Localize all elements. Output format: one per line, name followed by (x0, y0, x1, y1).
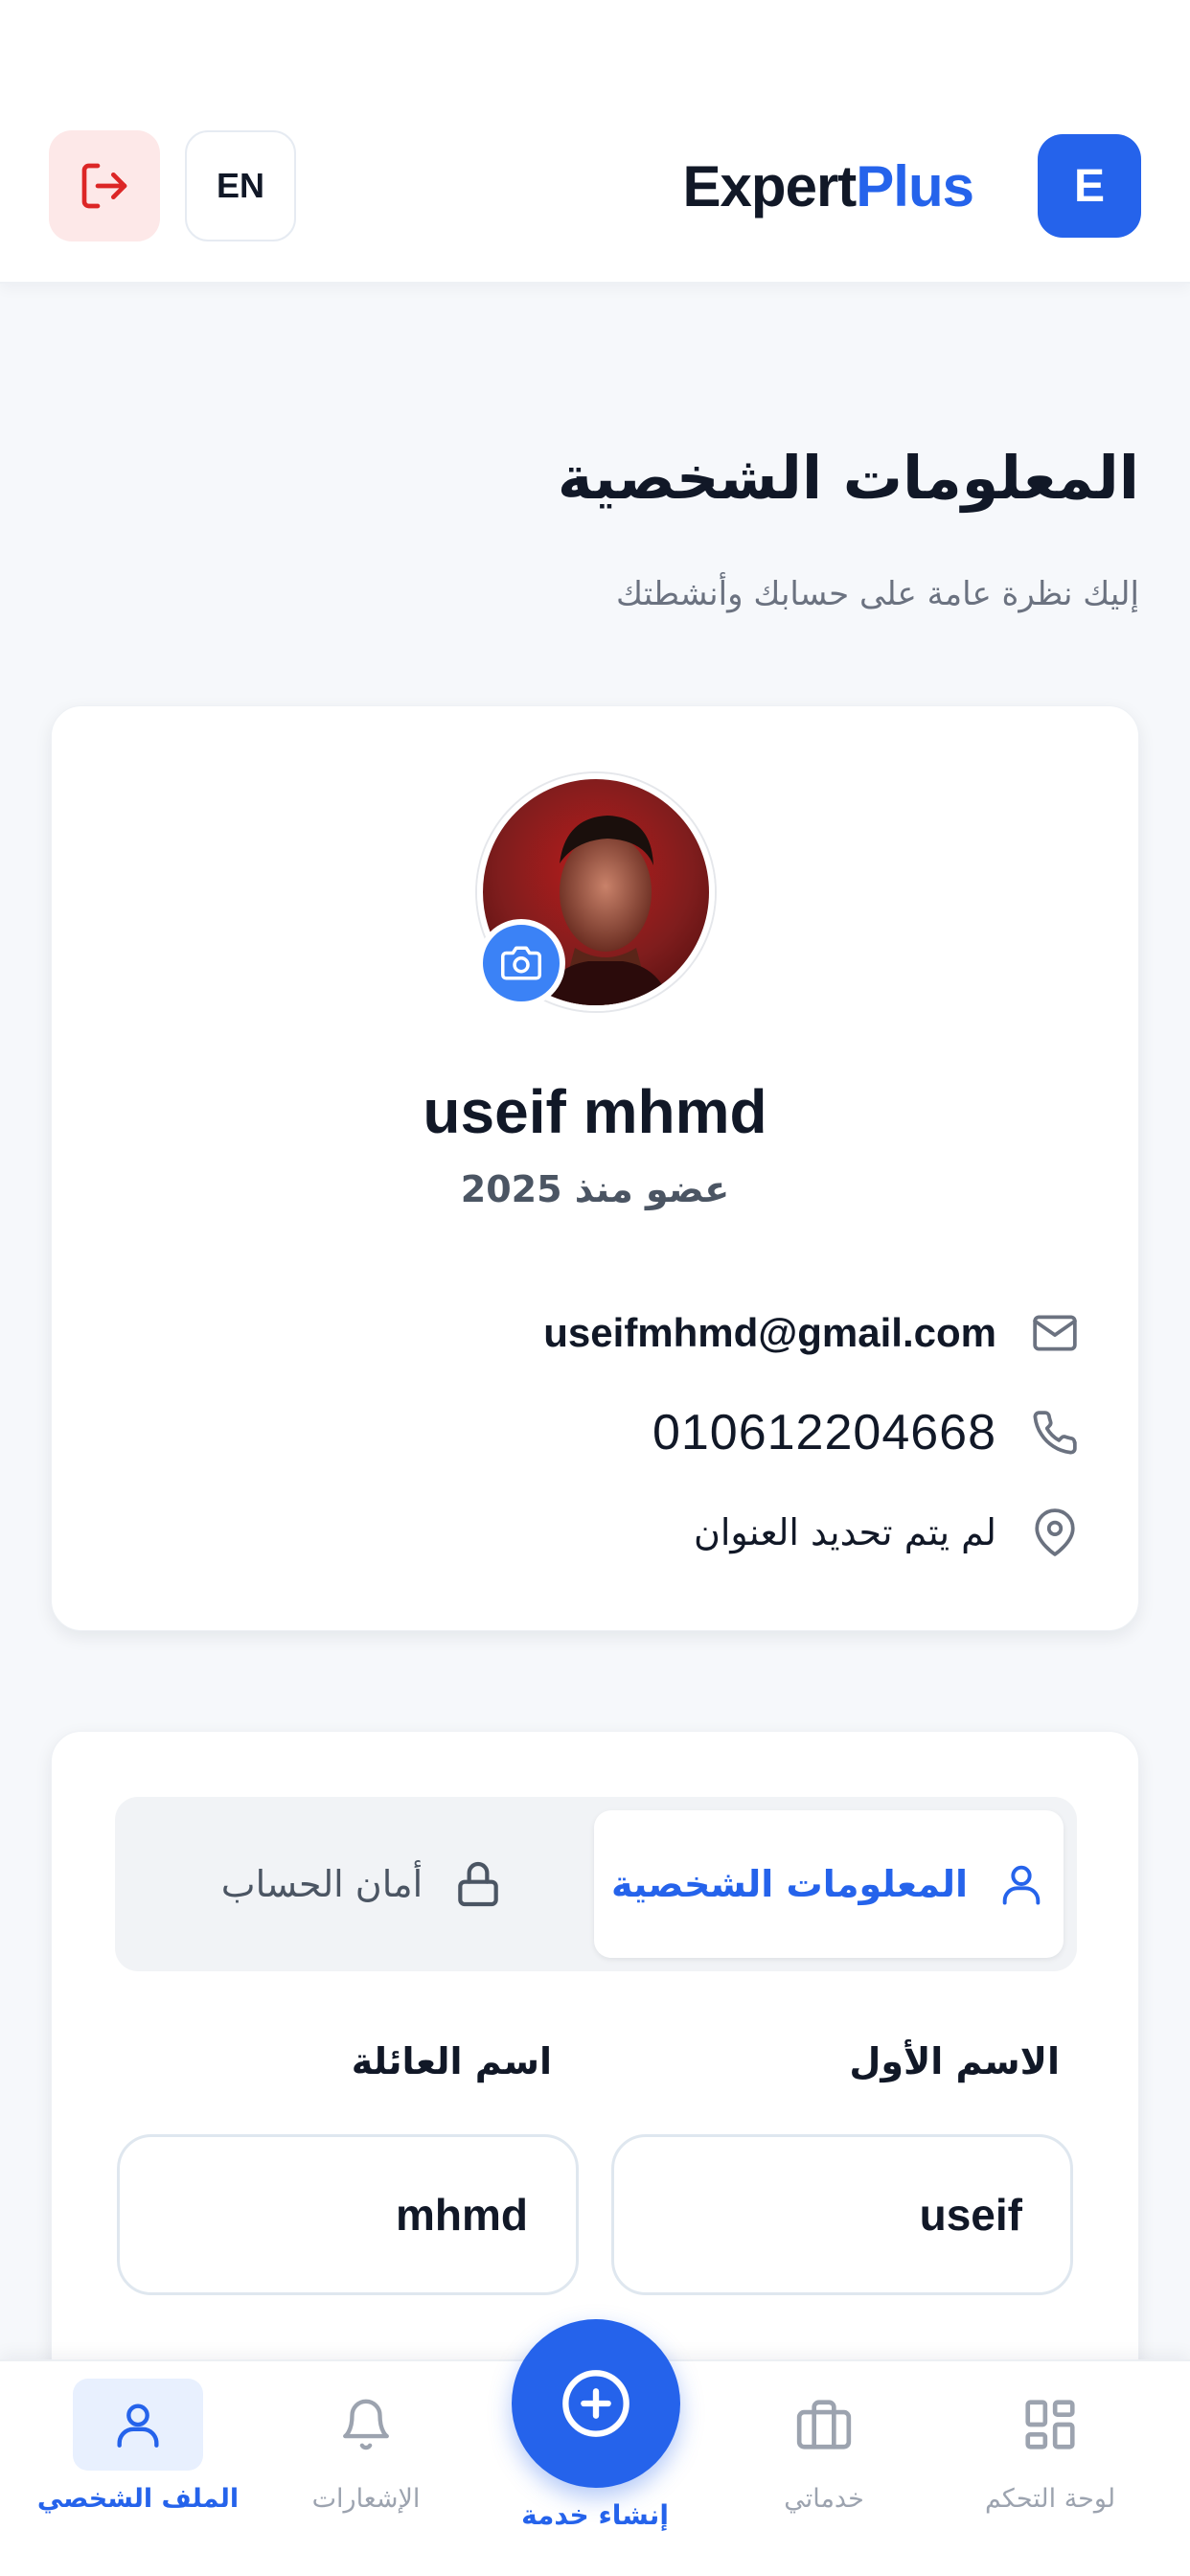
nav-item-my-services[interactable]: خدماتي (728, 2379, 920, 2561)
nav-profile-label: الملف الشخصي (36, 2484, 240, 2514)
profile-card: useif mhmd عضو منذ 2025 useifmhmd@gmail.… (51, 705, 1139, 1631)
first-name-field[interactable]: useif (611, 2134, 1073, 2295)
create-service-label: إنشاء خدمة (521, 2499, 669, 2531)
bell-icon (343, 2399, 389, 2450)
nav-profile-icon-wrap (73, 2379, 203, 2471)
brand-logo-text: ExpertPlus (682, 153, 974, 220)
page-title: المعلومات الشخصية (557, 443, 1139, 513)
member-since: عضو منذ 2025 (460, 1168, 730, 1210)
brand-badge: E (1038, 134, 1141, 238)
nav-notifications-icon-wrap (301, 2379, 431, 2471)
email-row: useifmhmd@gmail.com (543, 1295, 1081, 1371)
nav-services-icon-wrap (759, 2379, 889, 2471)
user-icon (1002, 1865, 1041, 1905)
language-toggle-button[interactable]: EN (185, 130, 296, 242)
tab-account-security[interactable]: أمان الحساب (128, 1810, 598, 1958)
nav-item-notifications[interactable]: الإشعارات (270, 2379, 462, 2561)
email-value: useifmhmd@gmail.com (543, 1310, 996, 1355)
user-icon (117, 2404, 159, 2448)
phone-icon (1029, 1407, 1081, 1459)
nav-dashboard-label: لوحة التحكم (984, 2484, 1116, 2514)
create-service-button[interactable] (512, 2319, 680, 2488)
logout-icon (81, 163, 127, 209)
camera-icon (501, 946, 541, 980)
nav-notifications-label: الإشعارات (311, 2484, 421, 2514)
change-photo-button[interactable] (477, 919, 565, 1007)
plus-circle-icon (562, 2370, 629, 2437)
tab-personal-info[interactable]: المعلومات الشخصية (594, 1810, 1064, 1958)
app-header: EN ExpertPlus E (0, 0, 1190, 284)
brand-text-expert: Expert (682, 154, 858, 218)
nav-item-dashboard[interactable]: لوحة التحكم (954, 2379, 1146, 2561)
user-name: useif mhmd (423, 1077, 767, 1146)
nav-dashboard-icon-wrap (985, 2379, 1115, 2471)
tab-account-security-label: أمان الحساب (220, 1863, 423, 1905)
dashboard-grid-icon (1025, 2400, 1075, 2450)
phone-row: 010612204668 (652, 1394, 1081, 1471)
avatar-container (477, 773, 715, 1011)
first-name-label: الاسم الأول (849, 2040, 1060, 2082)
address-row: لم يتم تحديد العنوان (694, 1494, 1081, 1571)
mail-icon (1029, 1307, 1081, 1359)
nav-item-profile[interactable]: الملف الشخصي (37, 2379, 239, 2561)
last-name-label: اسم العائلة (351, 2040, 552, 2082)
page-subtitle: إليك نظرة عامة على حسابك وأنشطتك (616, 575, 1139, 613)
briefcase-icon (796, 2400, 852, 2450)
brand-text-plus: Plus (856, 154, 974, 218)
location-pin-icon (1029, 1506, 1081, 1558)
last-name-field[interactable]: mhmd (117, 2134, 579, 2295)
profile-tabs: المعلومات الشخصية أمان الحساب (115, 1797, 1077, 1971)
lock-icon (458, 1861, 498, 1907)
address-value: لم يتم تحديد العنوان (693, 1511, 996, 1553)
phone-value: 010612204668 (652, 1405, 996, 1460)
nav-services-label: خدماتي (784, 2484, 864, 2514)
tab-personal-info-label: المعلومات الشخصية (610, 1863, 969, 1905)
logout-button[interactable] (49, 130, 160, 242)
